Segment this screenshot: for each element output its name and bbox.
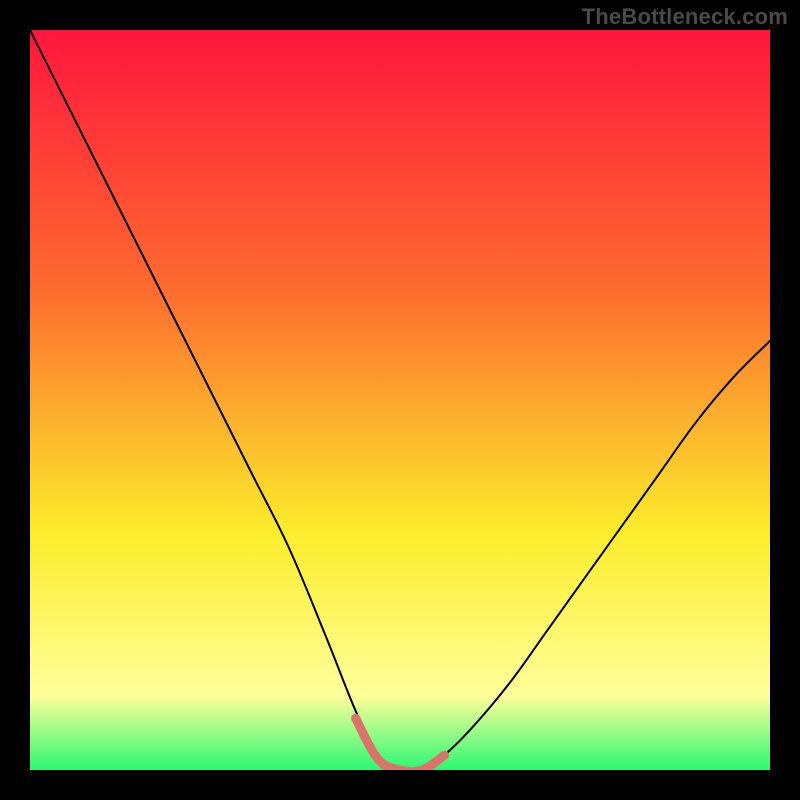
plot-area	[30, 30, 770, 770]
watermark-text: TheBottleneck.com	[582, 4, 788, 30]
chart-svg	[30, 30, 770, 770]
gradient-background	[30, 30, 770, 770]
chart-frame: TheBottleneck.com	[0, 0, 800, 800]
